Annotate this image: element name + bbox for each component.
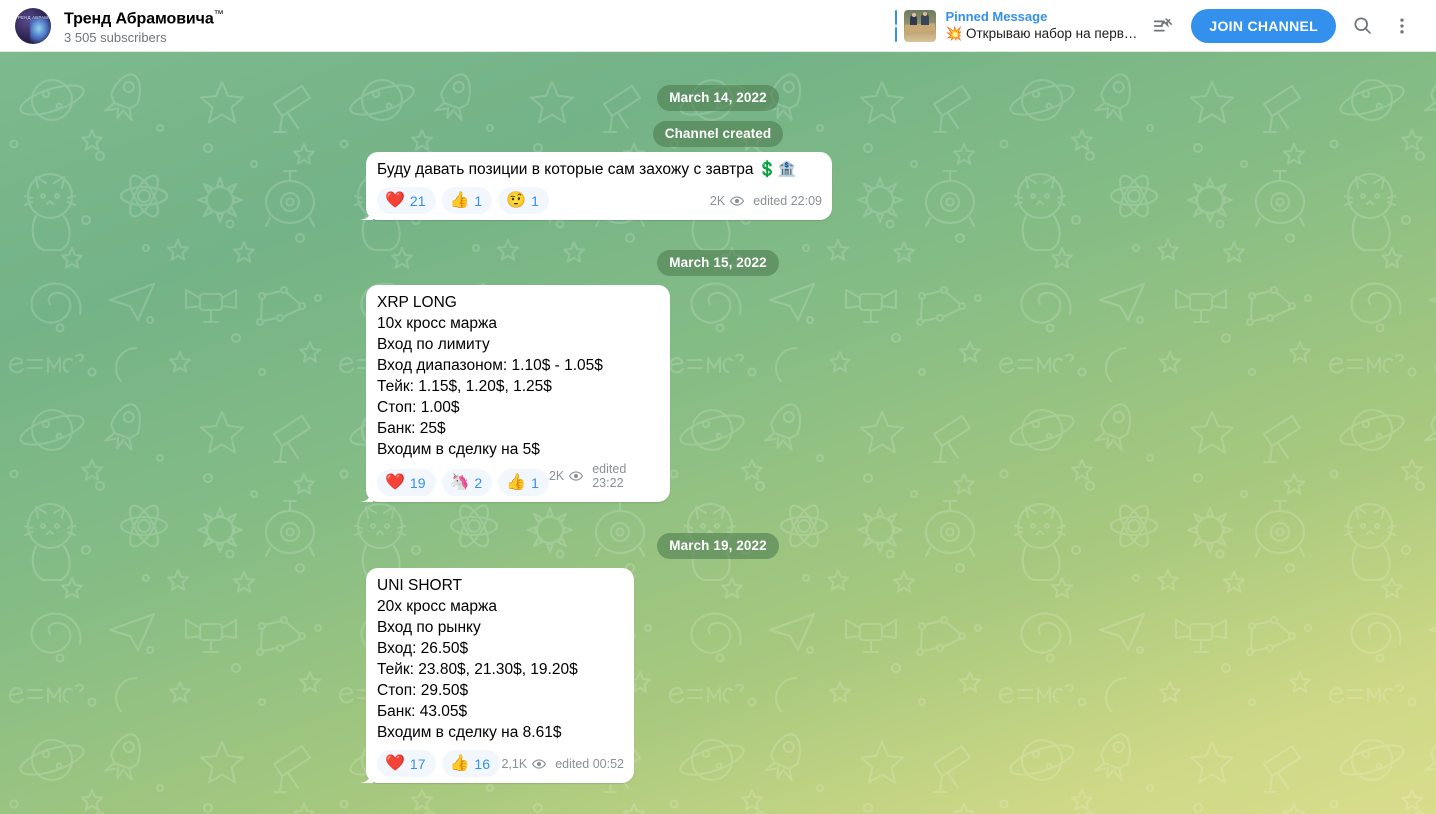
reaction-button[interactable]: 👍 1 (498, 469, 549, 496)
edited-timestamp: edited 00:52 (555, 757, 624, 771)
pinned-message-thumbnail (904, 9, 937, 42)
eye-icon (532, 757, 547, 771)
message-list: March 14, 2022 Channel created Буду давать… (0, 52, 1436, 814)
reaction-button[interactable]: ❤️ 19 (377, 469, 436, 496)
reaction-count: 1 (531, 474, 539, 491)
service-message-label: March 19, 2022 (657, 533, 779, 559)
message-row: Буду давать позиции в которые сам захожу… (366, 152, 832, 220)
avatar-glow (30, 18, 51, 44)
service-message: March 15, 2022 (0, 250, 1436, 276)
pinned-message-label: Pinned Message (945, 9, 1048, 24)
message-footer: ❤️ 17 👍 16 2,1K edited 00:52 (377, 743, 624, 777)
message-bubble[interactable]: Буду давать позиции в которые сам захожу… (366, 152, 832, 220)
reaction-count: 16 (474, 755, 490, 772)
join-channel-button[interactable]: JOIN CHANNEL (1191, 8, 1336, 43)
edited-timestamp: edited 23:22 (592, 462, 627, 490)
reactions-bar: ❤️ 21 👍 1 🤨 1 (377, 187, 549, 214)
service-message: March 14, 2022 (0, 85, 1436, 111)
message-footer: ❤️ 19 🦄 2 👍 1 2K edited 23:22 (377, 460, 660, 496)
chat-area: March 14, 2022 Channel created Буду давать… (0, 52, 1436, 814)
service-message: Channel created (0, 121, 1436, 147)
channel-avatar[interactable]: ТРЕНД АБРАМОВИЧА (15, 7, 51, 44)
message-row: UNI SHORT 20x кросс маржа Вход по рынку … (366, 568, 634, 783)
message-meta: 2K edited 23:22 (549, 462, 660, 492)
message-text: Буду давать позиции в которые сам захожу… (377, 161, 797, 178)
service-message: March 19, 2022 (0, 533, 1436, 559)
view-count: 2K (548, 469, 565, 483)
reaction-button[interactable]: 👍 16 (441, 750, 500, 777)
reaction-emoji: 🤨 (506, 191, 527, 209)
avatar-caption: ТРЕНД АБРАМОВИЧА (15, 14, 51, 20)
reaction-count: 2 (474, 474, 483, 491)
message-text: XRP LONG 10x кросс маржа Вход по лимиту … (377, 294, 603, 458)
message-bubble[interactable]: UNI SHORT 20x кросс маржа Вход по рынку … (366, 568, 634, 783)
reaction-count: 1 (531, 192, 539, 209)
channel-title-trademark: ™ (213, 9, 224, 21)
message-meta: 2,1K edited 00:52 (501, 757, 624, 773)
reaction-emoji: ❤️ (385, 754, 405, 772)
message-meta: 2K edited 22:09 (710, 194, 822, 210)
message-row: XRP LONG 10x кросс маржа Вход по лимиту … (366, 285, 670, 502)
eye-icon (730, 194, 745, 208)
reaction-button[interactable]: 🤨 1 (498, 187, 549, 214)
reaction-emoji: 🦄 (449, 473, 470, 491)
reaction-emoji: 👍 (449, 754, 470, 772)
pinned-indicator-bar (895, 9, 898, 42)
header-actions: Pinned Message 💥 Открываю набор на перв…… (895, 0, 1436, 51)
pinned-message-preview: 💥 Открываю набор на перв… (945, 26, 1138, 41)
reaction-emoji: ❤️ (385, 473, 405, 491)
reaction-count: 21 (409, 192, 426, 209)
reaction-emoji: 👍 (506, 473, 527, 491)
page-title: Тренд Абрамовича™ (64, 5, 224, 28)
more-vertical-icon[interactable] (1382, 6, 1422, 46)
reaction-button[interactable]: 👍 1 (441, 187, 493, 214)
reaction-count: 1 (474, 192, 483, 209)
channel-info[interactable]: Тренд Абрамовича™ 3 505 subscribers (64, 5, 224, 45)
reaction-count: 19 (409, 474, 426, 491)
reaction-button[interactable]: ❤️ 21 (377, 187, 436, 214)
reaction-button[interactable]: ❤️ 17 (377, 750, 436, 777)
pinned-message-banner[interactable]: Pinned Message 💥 Открываю набор на перв… (895, 8, 1143, 44)
message-bubble[interactable]: XRP LONG 10x кросс маржа Вход по лимиту … (366, 285, 670, 502)
message-text: UNI SHORT 20x кросс маржа Вход по рынку … (377, 577, 578, 741)
service-message-label: March 14, 2022 (657, 85, 779, 111)
reaction-count: 17 (409, 755, 426, 772)
reaction-emoji: ❤️ (385, 191, 405, 209)
service-message-label: Channel created (652, 121, 784, 147)
reaction-emoji: 👍 (449, 191, 470, 209)
eye-icon (569, 469, 584, 483)
pinned-message-text: Pinned Message 💥 Открываю набор на перв… (945, 9, 1137, 42)
channel-header: ТРЕНД АБРАМОВИЧА Тренд Абрамовича™ 3 505… (0, 0, 1436, 52)
pinned-messages-icon[interactable] (1143, 6, 1183, 46)
view-count: 2,1K (501, 757, 528, 771)
service-message-label: March 15, 2022 (657, 250, 779, 276)
channel-title-text: Тренд Абрамовича (64, 10, 214, 28)
view-count: 2K (709, 194, 726, 208)
message-footer: ❤️ 21 👍 1 🤨 1 2K edited 22:09 (377, 180, 822, 214)
search-icon[interactable] (1342, 6, 1382, 46)
reaction-button[interactable]: 🦄 2 (441, 469, 493, 496)
edited-timestamp: edited 22:09 (753, 194, 822, 208)
reactions-bar: ❤️ 19 🦄 2 👍 1 (377, 469, 549, 496)
subscriber-count: 3 505 subscribers (64, 29, 167, 45)
reactions-bar: ❤️ 17 👍 16 (377, 750, 500, 777)
